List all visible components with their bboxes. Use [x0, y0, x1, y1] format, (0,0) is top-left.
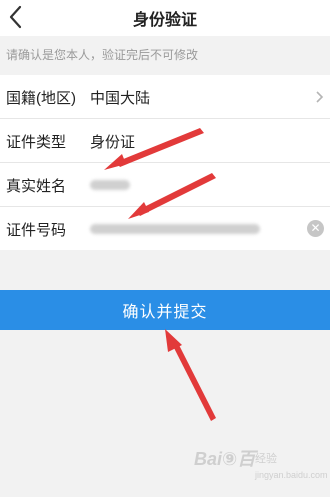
clear-icon[interactable]: ✕ [307, 220, 324, 237]
watermark-url: jingyan.baidu.com [255, 470, 328, 480]
id-number-label: 证件号码 [6, 222, 67, 239]
watermark-logo: Bai⑨百 [194, 449, 256, 469]
id-number-field[interactable] [90, 224, 260, 234]
page-title: 身份验证 [132, 12, 197, 29]
identity-form: 国籍(地区) 中国大陆 证件类型 身份证 真实姓名 证件号码 ✕ [0, 75, 330, 250]
arrow-annotation [172, 341, 216, 421]
id-type-label: 证件类型 [6, 134, 67, 151]
chevron-right-icon [316, 91, 324, 103]
real-name-row: 真实姓名 [0, 163, 330, 207]
id-type-row[interactable]: 证件类型 身份证 [0, 119, 330, 163]
real-name-field[interactable] [90, 180, 130, 190]
arrow-annotation [165, 329, 182, 352]
nationality-label: 国籍(地区) [6, 90, 76, 107]
nav-bar: 身份验证 [0, 0, 330, 36]
real-name-label: 真实姓名 [6, 178, 67, 195]
id-number-row: 证件号码 ✕ [0, 207, 330, 250]
watermark-label: 经验 [255, 453, 277, 465]
nationality-value: 中国大陆 [90, 90, 151, 107]
notice-text: 请确认是您本人，验证完后不可修改 [6, 48, 199, 62]
submit-button[interactable]: 确认并提交 [0, 290, 330, 330]
nationality-row[interactable]: 国籍(地区) 中国大陆 [0, 75, 330, 119]
id-type-value: 身份证 [90, 134, 136, 151]
